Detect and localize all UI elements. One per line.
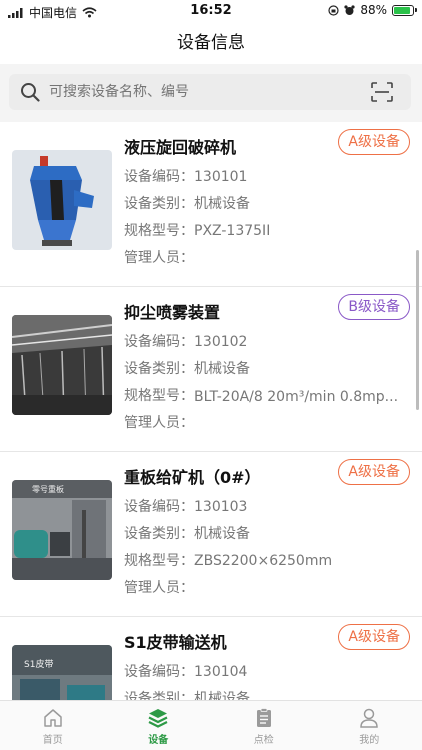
- field-value: 机械设备: [194, 691, 250, 700]
- tab-label: 首页: [42, 735, 63, 746]
- tab-label: 设备: [148, 735, 169, 746]
- field-label: 管理人员：: [124, 580, 194, 596]
- alarm-icon: [344, 4, 355, 15]
- page-title: 设备信息: [177, 33, 245, 53]
- battery-icon: [392, 4, 417, 16]
- equipment-list: 液压旋回破碎机 A级设备 设备编码：130101 设备类别：机械设备 规格型号：…: [0, 122, 422, 700]
- grade-badge: A级设备: [338, 129, 410, 155]
- search-icon: [21, 83, 40, 102]
- clipboard-icon: [256, 708, 271, 727]
- battery-percent: 88%: [360, 3, 387, 17]
- equipment-name: 抑尘喷雾装置: [124, 303, 221, 322]
- equipment-name: S1皮带输送机: [124, 633, 227, 652]
- field-value: 机械设备: [194, 361, 250, 377]
- image-caption: S1皮带: [24, 660, 54, 670]
- grade-badge: B级设备: [338, 294, 410, 320]
- field-value: 130101: [194, 169, 248, 185]
- equipment-model: 规格型号：BLT-20A/8 20m³/min 0.8mp...: [124, 385, 398, 405]
- equipment-category: 设备类别：机械设备: [124, 523, 250, 543]
- layers-icon: [148, 709, 168, 728]
- battery-level: [394, 6, 410, 14]
- field-value: ZBS2200×6250mm: [194, 553, 333, 569]
- field-value: 130103: [194, 499, 248, 515]
- field-label: 规格型号：: [124, 223, 194, 239]
- field-label: 设备编码：: [124, 169, 194, 185]
- scan-icon[interactable]: [371, 82, 393, 102]
- equipment-manager: 管理人员：: [124, 577, 194, 597]
- list-scrollbar[interactable]: [416, 250, 419, 410]
- tab-label: 我的: [359, 735, 380, 746]
- equipment-image: [12, 315, 112, 415]
- search-input[interactable]: [49, 74, 359, 110]
- equipment-image: [12, 150, 112, 250]
- field-label: 设备编码：: [124, 664, 194, 680]
- field-label: 管理人员：: [124, 250, 194, 266]
- tab-label: 点检: [253, 735, 274, 746]
- equipment-code: 设备编码：130104: [124, 661, 247, 681]
- equipment-code: 设备编码：130101: [124, 166, 247, 186]
- search-area: [0, 64, 422, 122]
- field-value: 130102: [194, 334, 248, 350]
- user-icon: [360, 708, 379, 728]
- equipment-name: 重板给矿机（0#）: [124, 468, 261, 487]
- tab-equipment[interactable]: 设备: [106, 701, 212, 750]
- equipment-manager: 管理人员：: [124, 247, 194, 267]
- field-label: 管理人员：: [124, 415, 194, 431]
- equipment-item[interactable]: 零号重板 重板给矿机（0#） A级设备 设备编码：130103 设备类别：机械设…: [0, 452, 422, 617]
- field-label: 规格型号：: [124, 553, 194, 569]
- field-value: BLT-20A/8 20m³/min 0.8mp...: [194, 389, 399, 405]
- equipment-image: S1皮带: [12, 645, 112, 700]
- image-caption: 零号重板: [32, 485, 64, 494]
- field-label: 设备编码：: [124, 334, 194, 350]
- status-bar: 中国电信 16:52 88%: [0, 0, 422, 22]
- field-value: 机械设备: [194, 526, 250, 542]
- tab-bar: 首页 设备 点检 我的: [0, 700, 422, 750]
- grade-badge: A级设备: [338, 624, 410, 650]
- field-value: 130104: [194, 664, 248, 680]
- home-icon: [44, 709, 62, 727]
- field-label: 设备类别：: [124, 196, 194, 212]
- equipment-category: 设备类别：机械设备: [124, 358, 250, 378]
- tab-home[interactable]: 首页: [0, 701, 106, 750]
- rotation-lock-icon: [328, 4, 339, 16]
- equipment-category: 设备类别：机械设备: [124, 193, 250, 213]
- equipment-manager: 管理人员：: [124, 412, 194, 432]
- equipment-code: 设备编码：130103: [124, 496, 247, 516]
- field-value: PXZ-1375II: [194, 223, 271, 239]
- equipment-item[interactable]: 液压旋回破碎机 A级设备 设备编码：130101 设备类别：机械设备 规格型号：…: [0, 122, 422, 287]
- equipment-item[interactable]: S1皮带 S1皮带输送机 A级设备 设备编码：130104 设备类别：机械设备: [0, 617, 422, 700]
- equipment-image: 零号重板: [12, 480, 112, 580]
- equipment-category: 设备类别：机械设备: [124, 688, 250, 700]
- grade-badge: A级设备: [338, 459, 410, 485]
- tab-mine[interactable]: 我的: [317, 701, 422, 750]
- field-label: 设备类别：: [124, 361, 194, 377]
- field-label: 规格型号：: [124, 388, 194, 404]
- status-right: 88%: [328, 3, 417, 17]
- equipment-model: 规格型号：ZBS2200×6250mm: [124, 550, 332, 570]
- equipment-item[interactable]: 抑尘喷雾装置 B级设备 设备编码：130102 设备类别：机械设备 规格型号：B…: [0, 287, 422, 452]
- equipment-code: 设备编码：130102: [124, 331, 247, 351]
- tab-inspection[interactable]: 点检: [211, 701, 317, 750]
- field-label: 设备编码：: [124, 499, 194, 515]
- search-box[interactable]: [9, 74, 411, 110]
- equipment-name: 液压旋回破碎机: [124, 138, 237, 157]
- equipment-model: 规格型号：PXZ-1375II: [124, 220, 270, 240]
- field-value: 机械设备: [194, 196, 250, 212]
- field-label: 设备类别：: [124, 691, 194, 700]
- field-label: 设备类别：: [124, 526, 194, 542]
